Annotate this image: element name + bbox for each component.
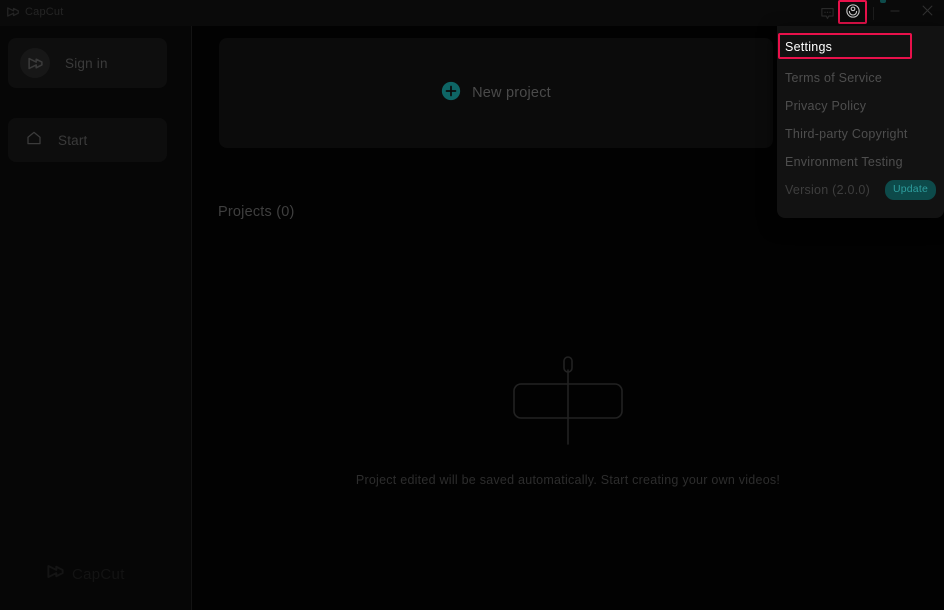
menu-item-privacy-policy[interactable]: Privacy Policy [777,92,944,120]
title-bar: CapCut [0,0,944,26]
menu-item-terms-of-service[interactable]: Terms of Service [777,64,944,92]
start-label: Start [58,132,88,148]
menu-item-privacy-policy-label: Privacy Policy [785,99,867,113]
plus-circle-icon [441,81,461,106]
settings-gear-icon [845,3,861,24]
timeline-clip-playhead-icon [508,356,628,451]
new-project-button[interactable]: New project [219,38,773,148]
sidebar: Sign in Start CapCut [0,26,192,610]
menu-item-settings[interactable]: Settings [777,33,944,60]
close-button[interactable] [911,0,944,26]
sidebar-item-start[interactable]: Start [8,118,167,162]
watermark-text: CapCut [72,565,125,583]
minimize-button[interactable] [878,0,911,26]
sidebar-watermark: CapCut [46,562,125,586]
empty-state-caption: Project edited will be saved automatical… [355,473,781,487]
settings-button[interactable] [838,0,867,26]
menu-item-settings-label: Settings [785,40,833,54]
home-icon [25,129,43,152]
feedback-button[interactable] [814,0,840,26]
new-project-inner: New project [441,81,551,106]
menu-item-third-party-copyright-label: Third-party Copyright [785,127,908,141]
sidebar-item-sign-in[interactable]: Sign in [8,38,167,88]
titlebar-divider [873,6,874,20]
menu-item-environment-testing-label: Environment Testing [785,155,903,169]
new-project-label: New project [472,85,551,101]
app-logo-text: CapCut [25,6,64,18]
menu-item-environment-testing[interactable]: Environment Testing [777,148,944,176]
minimize-icon [888,4,902,23]
version-label: Version (2.0.0) [785,183,871,197]
sign-in-label: Sign in [65,55,108,71]
update-badge[interactable]: Update [884,180,936,200]
menu-item-version[interactable]: Version (2.0.0) Update [777,176,944,204]
menu-item-third-party-copyright[interactable]: Third-party Copyright [777,120,944,148]
projects-heading: Projects (0) [218,204,295,220]
app-logo: CapCut [6,3,64,21]
capcut-logo-icon [6,5,20,19]
capcut-avatar-icon [20,48,50,78]
capcut-app-window: CapCut Sign in Start CapCut New project … [0,0,944,610]
settings-dropdown-menu: Settings Terms of Service Privacy Policy… [777,26,944,218]
close-icon [920,3,935,23]
empty-state: Project edited will be saved automatical… [192,356,944,487]
menu-item-terms-of-service-label: Terms of Service [785,71,883,85]
chat-bubble-icon [820,6,835,21]
capcut-logo-icon [46,562,65,586]
title-bar-controls [814,0,944,26]
